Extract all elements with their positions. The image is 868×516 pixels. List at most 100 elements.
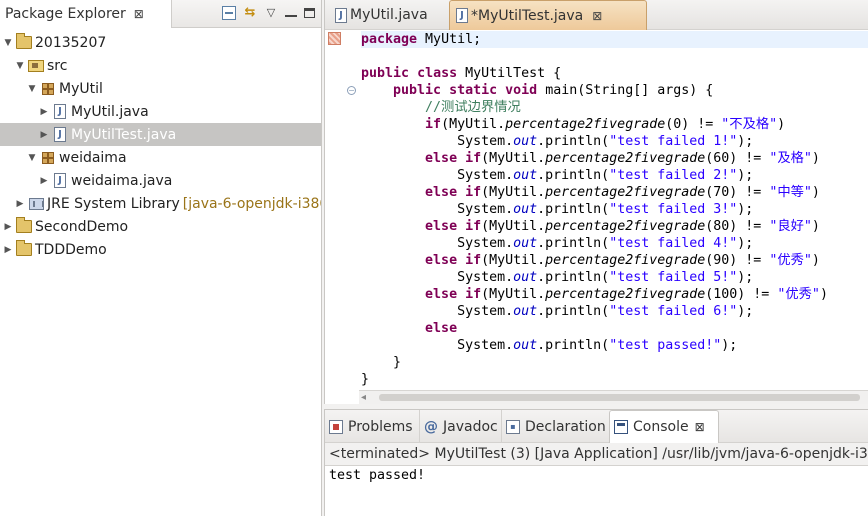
- code-token: "及格": [769, 151, 812, 166]
- tree-item-label: weidaima: [59, 149, 127, 166]
- code-token: out: [513, 134, 538, 149]
- code-token: percentage2fivegrade: [505, 117, 666, 132]
- expand-arrow-down-icon[interactable]: ▼: [2, 38, 14, 48]
- tree-item[interactable]: ▶ SecondDemo: [0, 215, 321, 238]
- tab-javadoc[interactable]: @ Javadoc: [419, 410, 501, 443]
- code-line[interactable]: System.out.println("test failed 4!");: [361, 235, 868, 252]
- code-line[interactable]: System.out.println("test failed 5!");: [361, 269, 868, 286]
- code-line[interactable]: System.out.println("test failed 3!");: [361, 201, 868, 218]
- minimize-icon[interactable]: [285, 9, 297, 17]
- tab-problems[interactable]: Problems: [325, 410, 419, 443]
- source-folder-icon: [28, 58, 44, 74]
- code-token: else: [425, 287, 458, 302]
- code-line[interactable]: else: [361, 320, 868, 337]
- project-folder-icon: [16, 33, 32, 51]
- view-menu-icon[interactable]: ▽: [264, 6, 278, 20]
- code-token: );: [737, 270, 754, 285]
- code-token: out: [513, 202, 538, 217]
- java-file-icon: J: [335, 7, 347, 23]
- expand-arrow-right-icon[interactable]: ▶: [2, 222, 14, 232]
- code-line[interactable]: System.out.println("test failed 1!");: [361, 133, 868, 150]
- tree-item[interactable]: ▶ TDDDemo: [0, 238, 321, 261]
- tree-item[interactable]: ▶ J MyUtilTest.java: [0, 123, 321, 146]
- code-line[interactable]: else if(MyUtil.percentage2fivegrade(100)…: [361, 286, 868, 303]
- code-token: (90) !=: [705, 253, 770, 268]
- expand-arrow-right-icon[interactable]: ▶: [2, 245, 14, 255]
- code-line[interactable]: else if(MyUtil.percentage2fivegrade(80) …: [361, 218, 868, 235]
- editor-tab-myutiltest[interactable]: J *MyUtilTest.java ⊠: [449, 0, 647, 30]
- tree-item[interactable]: ▼ weidaima: [0, 146, 321, 169]
- tree-item[interactable]: ▼ MyUtil: [0, 77, 321, 100]
- code-line[interactable]: }: [361, 354, 868, 371]
- code-token: "test failed 2!": [609, 168, 738, 183]
- package-explorer-tab[interactable]: Package Explorer ⊠: [0, 0, 172, 28]
- code-line[interactable]: public static void main(String[] args) {: [361, 82, 868, 99]
- code-token: out: [513, 338, 538, 353]
- expand-arrow-right-icon[interactable]: ▶: [38, 176, 50, 186]
- tree-item[interactable]: ▶ J MyUtil.java: [0, 100, 321, 123]
- horizontal-scrollbar[interactable]: ◂: [359, 390, 868, 404]
- code-line[interactable]: System.out.println("test passed!");: [361, 337, 868, 354]
- tree-item[interactable]: ▼ src: [0, 54, 321, 77]
- code-line[interactable]: }: [361, 371, 868, 388]
- code-line[interactable]: package MyUtil;: [361, 31, 868, 48]
- code-token: System.: [361, 168, 514, 183]
- tree-item-label: SecondDemo: [35, 218, 129, 235]
- editor-tab-label: MyUtil.java: [350, 7, 428, 23]
- tree-item[interactable]: ▶ JRE System Library [java-6-openjdk-i386]: [0, 192, 321, 215]
- package-icon: [40, 81, 56, 97]
- code-token: "test failed 5!": [609, 270, 738, 285]
- code-token: (MyUtil.: [441, 117, 506, 132]
- collapse-all-icon[interactable]: [222, 6, 236, 20]
- code-line[interactable]: if(MyUtil.percentage2fivegrade(0) != "不及…: [361, 116, 868, 133]
- tree-item[interactable]: ▶ Jweidaima.java: [0, 169, 321, 192]
- code-line[interactable]: System.out.println("test failed 2!");: [361, 167, 868, 184]
- editor-gutter[interactable]: −: [325, 30, 359, 390]
- tree-item-label: MyUtil: [59, 80, 103, 97]
- expand-arrow-down-icon[interactable]: ▼: [26, 84, 38, 94]
- scroll-left-icon[interactable]: ◂: [361, 391, 366, 404]
- code-token: "test failed 1!": [609, 134, 738, 149]
- tree-item[interactable]: ▼ 20135207: [0, 31, 321, 54]
- maximize-icon[interactable]: [304, 8, 315, 18]
- code-line[interactable]: else if(MyUtil.percentage2fivegrade(70) …: [361, 184, 868, 201]
- code-token: if: [465, 287, 482, 302]
- code-line[interactable]: else if(MyUtil.percentage2fivegrade(90) …: [361, 252, 868, 269]
- warning-marker-icon[interactable]: [328, 32, 341, 45]
- code-token: if: [425, 117, 442, 132]
- expand-arrow-down-icon[interactable]: ▼: [14, 61, 26, 71]
- link-with-editor-icon[interactable]: ⇆: [243, 6, 257, 20]
- code-token: percentage2fivegrade: [545, 219, 706, 234]
- code-token: "优秀": [777, 287, 820, 302]
- fold-toggle-icon[interactable]: −: [347, 86, 356, 95]
- close-icon[interactable]: ⊠: [695, 420, 705, 434]
- package-explorer-title: Package Explorer: [5, 6, 126, 22]
- code-token: ): [811, 253, 820, 268]
- code-text[interactable]: package MyUtil; public class MyUtilTest …: [361, 31, 868, 388]
- code-token: static: [449, 83, 498, 98]
- scrollbar-thumb[interactable]: [379, 394, 860, 401]
- expand-arrow-right-icon[interactable]: ▶: [14, 199, 26, 209]
- code-token: "中等": [769, 185, 812, 200]
- code-token: .println(: [537, 202, 610, 217]
- expand-arrow-right-icon[interactable]: ▶: [38, 130, 50, 140]
- code-line[interactable]: public class MyUtilTest {: [361, 65, 868, 82]
- expand-arrow-right-icon[interactable]: ▶: [38, 107, 50, 117]
- console-output[interactable]: test passed!: [325, 466, 868, 486]
- code-token: .println(: [537, 338, 610, 353]
- code-token: );: [737, 134, 754, 149]
- editor-tab-myutil[interactable]: J MyUtil.java: [329, 0, 447, 30]
- close-icon[interactable]: ⊠: [592, 9, 602, 23]
- code-line[interactable]: else if(MyUtil.percentage2fivegrade(60) …: [361, 150, 868, 167]
- code-line[interactable]: [361, 48, 868, 65]
- code-token: (MyUtil.: [481, 287, 546, 302]
- code-line[interactable]: System.out.println("test failed 6!");: [361, 303, 868, 320]
- close-icon[interactable]: ⊠: [134, 7, 144, 21]
- tab-console[interactable]: Console ⊠: [609, 410, 719, 443]
- code-token: percentage2fivegrade: [545, 185, 706, 200]
- expand-arrow-down-icon[interactable]: ▼: [26, 153, 38, 163]
- code-token: else: [425, 253, 458, 268]
- tab-declaration[interactable]: ▪ Declaration: [501, 410, 609, 443]
- code-line[interactable]: //测试边界情况: [361, 99, 868, 116]
